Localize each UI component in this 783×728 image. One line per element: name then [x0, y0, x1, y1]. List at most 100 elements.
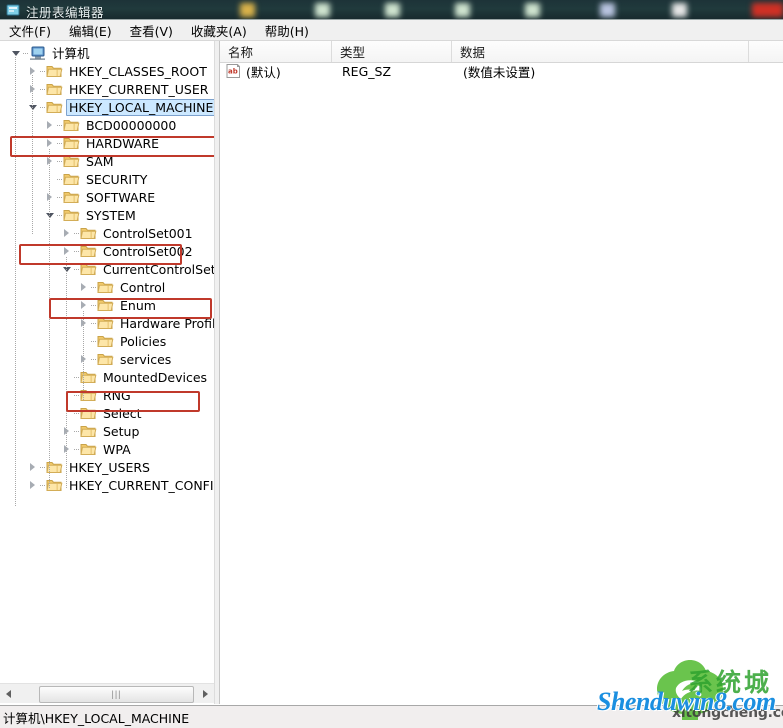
tree-node-label: Select	[103, 405, 142, 421]
column-type[interactable]: 类型	[332, 41, 452, 62]
tree-node-label: MountedDevices	[103, 369, 208, 385]
tree-node-label: HKEY_CURRENT_USER	[69, 81, 209, 97]
tree-node-label: 计算机	[52, 45, 90, 61]
scrollbar-track[interactable]: |||	[17, 685, 197, 703]
folder-icon	[63, 154, 80, 168]
tree-connector	[23, 44, 29, 62]
list-body: ab (默认) REG_SZ (数值未设置)	[220, 62, 783, 704]
tree-node-select[interactable]: Select	[0, 404, 214, 422]
folder-icon	[63, 208, 80, 222]
scrollbar-thumb[interactable]: |||	[39, 686, 194, 703]
tree-rail-2	[49, 149, 50, 489]
expand-arrow-icon[interactable]	[25, 458, 40, 476]
tree-node-label: WPA	[103, 441, 131, 457]
tree-node-label: HKEY_CURRENT_CONFIG	[69, 477, 214, 493]
column-name[interactable]: 名称	[220, 41, 332, 62]
menu-file[interactable]: 文件(F)	[0, 19, 60, 42]
tree-node-services[interactable]: services	[0, 350, 214, 368]
menu-view[interactable]: 查看(V)	[121, 19, 182, 42]
tree-node-hardware-profiles[interactable]: Hardware Profiles	[0, 314, 214, 332]
tree-node-label: HARDWARE	[86, 135, 160, 151]
tree-node-hkey-current-config[interactable]: HKEY_CURRENT_CONFIG	[0, 476, 214, 494]
tree-node-label: SOFTWARE	[86, 189, 156, 205]
folder-icon	[80, 226, 97, 240]
tree-rail-4	[83, 311, 84, 401]
folder-icon	[97, 352, 114, 366]
expand-arrow-icon[interactable]	[76, 278, 91, 296]
cell-value-data: (数值未设置)	[463, 64, 536, 80]
folder-icon	[97, 334, 114, 348]
folder-icon	[63, 136, 80, 150]
tree-node-[interactable]: 计算机	[0, 44, 214, 62]
tree-node-setup[interactable]: Setup	[0, 422, 214, 440]
taskbar-icon-1	[240, 3, 255, 17]
tree-node-policies[interactable]: Policies	[0, 332, 214, 350]
expand-arrow-icon[interactable]	[59, 224, 74, 242]
main-content: 计算机 HKEY_CLASSES_ROOT HKEY_CURRENT_USER HKE…	[0, 41, 783, 704]
tree-node-label: Hardware Profiles	[120, 315, 214, 331]
cell-value-name: (默认)	[246, 64, 281, 80]
taskbar-icon-5	[525, 3, 540, 17]
folder-icon	[97, 316, 114, 330]
tree-node-rng[interactable]: RNG	[0, 386, 214, 404]
tree-node-mounteddevices[interactable]: MountedDevices	[0, 368, 214, 386]
tree-node-wpa[interactable]: WPA	[0, 440, 214, 458]
tree-node-label: RNG	[103, 387, 131, 403]
tree-node-label: services	[120, 351, 172, 367]
tree-node-currentcontrolset[interactable]: CurrentControlSet	[0, 260, 214, 278]
tree-node-label: HKEY_LOCAL_MACHINE	[66, 98, 214, 116]
menu-edit[interactable]: 编辑(E)	[60, 19, 121, 42]
scroll-right-arrow-icon[interactable]	[197, 685, 214, 702]
tree-node-label: SAM	[86, 153, 114, 169]
expand-arrow-icon[interactable]	[42, 116, 57, 134]
tree-node-label: SYSTEM	[86, 207, 136, 223]
tree-node-hkey-users[interactable]: HKEY_USERS	[0, 458, 214, 476]
taskbar-icon-4	[455, 3, 470, 17]
cell-value-type: REG_SZ	[342, 63, 392, 79]
menu-help[interactable]: 帮助(H)	[256, 19, 318, 42]
folder-icon	[80, 424, 97, 438]
window-title: 注册表编辑器	[26, 5, 105, 20]
tree-node-label: ControlSet001	[103, 225, 193, 241]
scrollbar-grip: |||	[111, 689, 122, 699]
taskbar-icon-6	[600, 3, 615, 17]
status-path: 计算机\HKEY_LOCAL_MACHINE	[3, 710, 190, 726]
tree-node-label: Policies	[120, 333, 167, 349]
tree-node-label: ControlSet002	[103, 243, 193, 259]
window-title-bar[interactable]: 注册表编辑器	[0, 0, 783, 20]
tree-node-label: CurrentControlSet	[103, 261, 214, 277]
taskbar-icon-2	[315, 3, 330, 17]
folder-icon	[46, 82, 63, 96]
close-icon[interactable]	[752, 3, 783, 17]
expand-arrow-icon[interactable]	[25, 476, 40, 494]
tree-horizontal-scrollbar[interactable]: |||	[0, 683, 214, 703]
tree-node-enum[interactable]: Enum	[0, 296, 214, 314]
folder-icon	[80, 406, 97, 420]
status-bar: 计算机\HKEY_LOCAL_MACHINE	[0, 705, 783, 728]
column-data[interactable]: 数据	[452, 41, 749, 62]
tree-node-label: Setup	[103, 423, 140, 439]
registry-tree: 计算机 HKEY_CLASSES_ROOT HKEY_CURRENT_USER HKE…	[0, 41, 214, 507]
computer-icon	[29, 46, 46, 60]
tree-node-label: SECURITY	[86, 171, 148, 187]
tree-node-controlset002[interactable]: ControlSet002	[0, 242, 214, 260]
menu-favorites[interactable]: 收藏夹(A)	[182, 19, 256, 42]
registry-values-pane[interactable]: 名称 类型 数据 ab (默认) REG_SZ (数值未设置)	[219, 41, 783, 704]
table-row[interactable]: ab (默认) REG_SZ (数值未设置)	[220, 62, 783, 80]
svg-text:ab: ab	[228, 68, 238, 76]
string-value-icon: ab	[226, 64, 241, 78]
registry-tree-pane[interactable]: 计算机 HKEY_CLASSES_ROOT HKEY_CURRENT_USER HKE…	[0, 41, 214, 683]
list-column-header: 名称 类型 数据	[220, 41, 783, 63]
folder-icon	[80, 262, 97, 276]
tree-node-control[interactable]: Control	[0, 278, 214, 296]
scroll-left-arrow-icon[interactable]	[0, 685, 17, 702]
folder-icon	[63, 172, 80, 186]
tree-rail-0	[15, 57, 16, 507]
taskbar-icon-7	[672, 3, 687, 17]
folder-icon	[46, 64, 63, 78]
tree-node-label: Enum	[120, 297, 156, 313]
folder-icon	[80, 244, 97, 258]
folder-icon	[97, 280, 114, 294]
title-bar-blur-overlay	[0, 0, 783, 20]
tree-node-label: HKEY_CLASSES_ROOT	[69, 63, 207, 79]
